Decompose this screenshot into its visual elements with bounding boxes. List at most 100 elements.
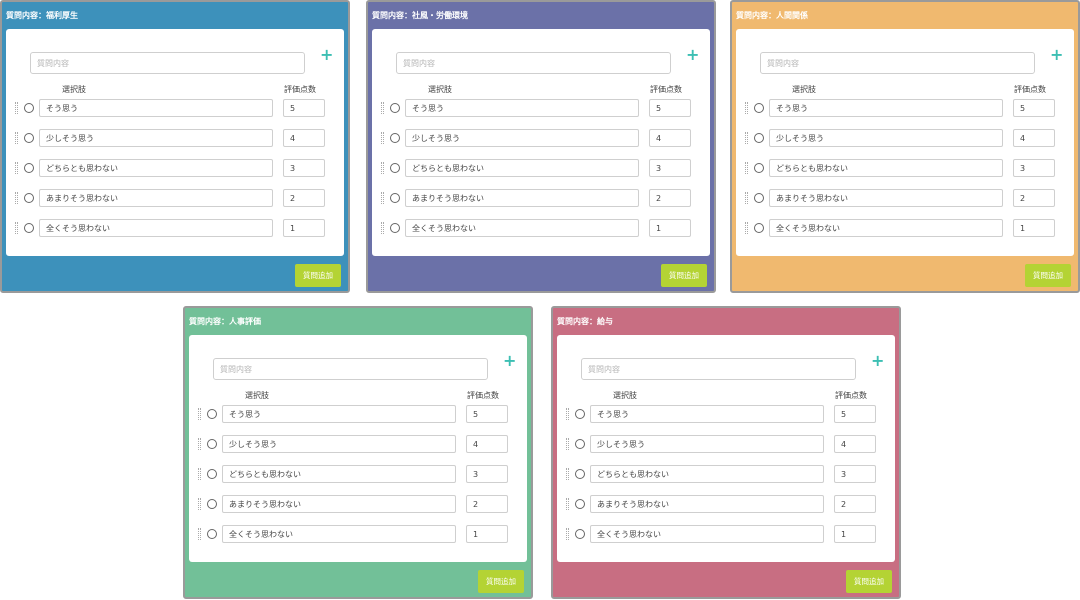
question-input[interactable]: [213, 358, 488, 380]
radio-button[interactable]: [390, 133, 400, 143]
option-text-input[interactable]: [590, 435, 824, 453]
add-question-button[interactable]: 質問追加: [295, 264, 341, 287]
drag-handle-icon[interactable]: [198, 528, 201, 540]
option-text-input[interactable]: [405, 189, 639, 207]
score-input[interactable]: [649, 129, 691, 147]
add-question-button[interactable]: 質問追加: [846, 570, 892, 593]
plus-icon[interactable]: +: [871, 353, 884, 369]
radio-button[interactable]: [207, 529, 217, 539]
radio-button[interactable]: [24, 103, 34, 113]
option-text-input[interactable]: [222, 405, 456, 423]
option-text-input[interactable]: [769, 99, 1003, 117]
score-input[interactable]: [834, 435, 876, 453]
score-input[interactable]: [466, 495, 508, 513]
radio-button[interactable]: [754, 103, 764, 113]
drag-handle-icon[interactable]: [381, 192, 384, 204]
option-text-input[interactable]: [222, 435, 456, 453]
drag-handle-icon[interactable]: [566, 438, 569, 450]
radio-button[interactable]: [754, 163, 764, 173]
radio-button[interactable]: [575, 469, 585, 479]
add-question-button[interactable]: 質問追加: [478, 570, 524, 593]
radio-button[interactable]: [207, 439, 217, 449]
option-text-input[interactable]: [222, 495, 456, 513]
score-input[interactable]: [649, 159, 691, 177]
drag-handle-icon[interactable]: [381, 222, 384, 234]
plus-icon[interactable]: +: [686, 47, 699, 63]
option-text-input[interactable]: [405, 99, 639, 117]
option-text-input[interactable]: [405, 219, 639, 237]
score-input[interactable]: [834, 465, 876, 483]
radio-button[interactable]: [390, 163, 400, 173]
score-input[interactable]: [834, 495, 876, 513]
score-input[interactable]: [649, 219, 691, 237]
plus-icon[interactable]: +: [1050, 47, 1063, 63]
add-question-button[interactable]: 質問追加: [661, 264, 707, 287]
radio-button[interactable]: [390, 223, 400, 233]
radio-button[interactable]: [24, 193, 34, 203]
score-input[interactable]: [283, 159, 325, 177]
score-input[interactable]: [1013, 189, 1055, 207]
score-input[interactable]: [466, 465, 508, 483]
option-text-input[interactable]: [590, 465, 824, 483]
option-text-input[interactable]: [590, 525, 824, 543]
drag-handle-icon[interactable]: [15, 222, 18, 234]
radio-button[interactable]: [575, 409, 585, 419]
drag-handle-icon[interactable]: [15, 132, 18, 144]
drag-handle-icon[interactable]: [15, 162, 18, 174]
option-text-input[interactable]: [769, 129, 1003, 147]
option-text-input[interactable]: [39, 159, 273, 177]
score-input[interactable]: [283, 99, 325, 117]
score-input[interactable]: [1013, 99, 1055, 117]
radio-button[interactable]: [207, 409, 217, 419]
option-text-input[interactable]: [769, 159, 1003, 177]
option-text-input[interactable]: [590, 495, 824, 513]
radio-button[interactable]: [390, 103, 400, 113]
radio-button[interactable]: [24, 223, 34, 233]
drag-handle-icon[interactable]: [15, 102, 18, 114]
option-text-input[interactable]: [405, 159, 639, 177]
score-input[interactable]: [834, 405, 876, 423]
drag-handle-icon[interactable]: [15, 192, 18, 204]
score-input[interactable]: [649, 189, 691, 207]
drag-handle-icon[interactable]: [381, 102, 384, 114]
drag-handle-icon[interactable]: [566, 498, 569, 510]
option-text-input[interactable]: [769, 219, 1003, 237]
drag-handle-icon[interactable]: [745, 102, 748, 114]
score-input[interactable]: [1013, 219, 1055, 237]
radio-button[interactable]: [24, 163, 34, 173]
drag-handle-icon[interactable]: [198, 408, 201, 420]
drag-handle-icon[interactable]: [566, 528, 569, 540]
question-input[interactable]: [396, 52, 671, 74]
option-text-input[interactable]: [222, 465, 456, 483]
score-input[interactable]: [283, 219, 325, 237]
option-text-input[interactable]: [405, 129, 639, 147]
option-text-input[interactable]: [39, 129, 273, 147]
radio-button[interactable]: [754, 133, 764, 143]
score-input[interactable]: [283, 189, 325, 207]
question-input[interactable]: [760, 52, 1035, 74]
option-text-input[interactable]: [39, 189, 273, 207]
drag-handle-icon[interactable]: [745, 162, 748, 174]
drag-handle-icon[interactable]: [198, 438, 201, 450]
option-text-input[interactable]: [590, 405, 824, 423]
option-text-input[interactable]: [39, 219, 273, 237]
question-input[interactable]: [581, 358, 856, 380]
radio-button[interactable]: [207, 469, 217, 479]
score-input[interactable]: [466, 405, 508, 423]
score-input[interactable]: [466, 435, 508, 453]
radio-button[interactable]: [24, 133, 34, 143]
drag-handle-icon[interactable]: [745, 222, 748, 234]
score-input[interactable]: [466, 525, 508, 543]
score-input[interactable]: [283, 129, 325, 147]
question-input[interactable]: [30, 52, 305, 74]
radio-button[interactable]: [207, 499, 217, 509]
score-input[interactable]: [649, 99, 691, 117]
drag-handle-icon[interactable]: [198, 468, 201, 480]
drag-handle-icon[interactable]: [381, 162, 384, 174]
radio-button[interactable]: [754, 223, 764, 233]
drag-handle-icon[interactable]: [198, 498, 201, 510]
radio-button[interactable]: [390, 193, 400, 203]
radio-button[interactable]: [575, 439, 585, 449]
option-text-input[interactable]: [222, 525, 456, 543]
radio-button[interactable]: [575, 529, 585, 539]
